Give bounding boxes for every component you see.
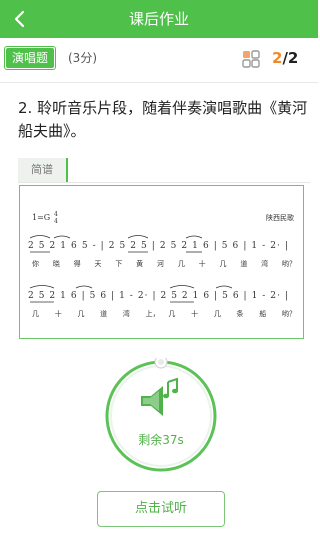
score-origin: 陕西民歌: [266, 213, 294, 222]
lyric-char: 几: [168, 310, 175, 318]
score-line2-notes: 2 5 2 1 6 | 5 6 | 1 - 2· | 2 5 2 1 6 | 5…: [28, 291, 288, 301]
score-key: 1=G: [32, 213, 50, 222]
lyric-char: 哟？: [282, 309, 296, 318]
lyric-char: 你: [32, 259, 39, 268]
question-text: 2. 聆听音乐片段，随着伴奏演唱歌曲《黄河船夫曲》。: [18, 99, 308, 140]
lyric-char: 十: [199, 259, 206, 268]
lyric-char: 湾: [123, 309, 130, 318]
score-line1-lyrics: 你 晓 得 天 下 黄 河 几 十 几 道 湾 哟？: [32, 259, 296, 268]
sheet-music-image: 1=G 4 4 陕西民歌 2 5 2 1 6 5 - | 2 5 2 5 | 2…: [28, 211, 296, 318]
question-progress: 2/2: [272, 47, 298, 69]
lyric-char: 下: [115, 260, 122, 268]
lyric-char: 天: [95, 260, 102, 268]
question-bar: 演唱题 (3分) 2/2: [0, 38, 318, 83]
question-score: (3分): [68, 51, 97, 65]
audio-player[interactable]: 剩余37s: [103, 355, 219, 474]
lyric-char: 几: [32, 310, 39, 318]
timer-label: 剩余37s: [138, 433, 184, 447]
question-grid-icon[interactable]: [242, 50, 260, 68]
lyric-char: 上，: [146, 309, 160, 318]
tab-jianpu[interactable]: 简谱: [18, 158, 68, 182]
score-time-top: 4: [54, 211, 58, 218]
lyric-char: 晓: [53, 259, 60, 268]
score-line2-lyrics: 几 十 几 道 湾 上， 几 十 几 条 船 哟？: [32, 309, 296, 318]
question-type-badge: 演唱题: [3, 46, 57, 70]
lyric-char: 十: [55, 309, 62, 318]
listen-button[interactable]: 点击试听: [97, 491, 225, 527]
page-title: 课后作业: [128, 10, 189, 28]
lyric-char: 湾: [261, 259, 268, 268]
sheet-music: 1=G 4 4 陕西民歌 2 5 2 1 6 5 - | 2 5 2 5 | 2…: [19, 185, 304, 339]
lyric-char: 黄: [136, 259, 143, 268]
lyric-char: 道: [100, 309, 107, 318]
music-speaker-icon: [141, 377, 178, 416]
lyric-char: 河: [157, 260, 164, 268]
progress-total: 2: [287, 49, 299, 67]
lyric-char: 得: [74, 259, 81, 268]
lyric-char: 几: [214, 310, 221, 318]
lyric-char: 几: [178, 260, 185, 268]
score-time-bottom: 4: [54, 218, 58, 225]
lyric-char: 哟？: [282, 259, 296, 268]
lyric-char: 几: [77, 310, 84, 318]
top-bar: 课后作业: [0, 0, 318, 38]
lyric-char: 船: [259, 309, 266, 318]
notation-tabs: 简谱: [18, 158, 310, 183]
lyric-char: 十: [191, 309, 198, 318]
lyric-char: 道: [240, 259, 247, 268]
lyric-char: 条: [237, 309, 244, 318]
score-line1-notes: 2 5 2 1 6 5 - | 2 5 2 5 | 2 5 2 1 6 | 5 …: [28, 241, 288, 251]
lyric-char: 几: [220, 260, 227, 268]
progress-current: 2: [272, 49, 283, 67]
